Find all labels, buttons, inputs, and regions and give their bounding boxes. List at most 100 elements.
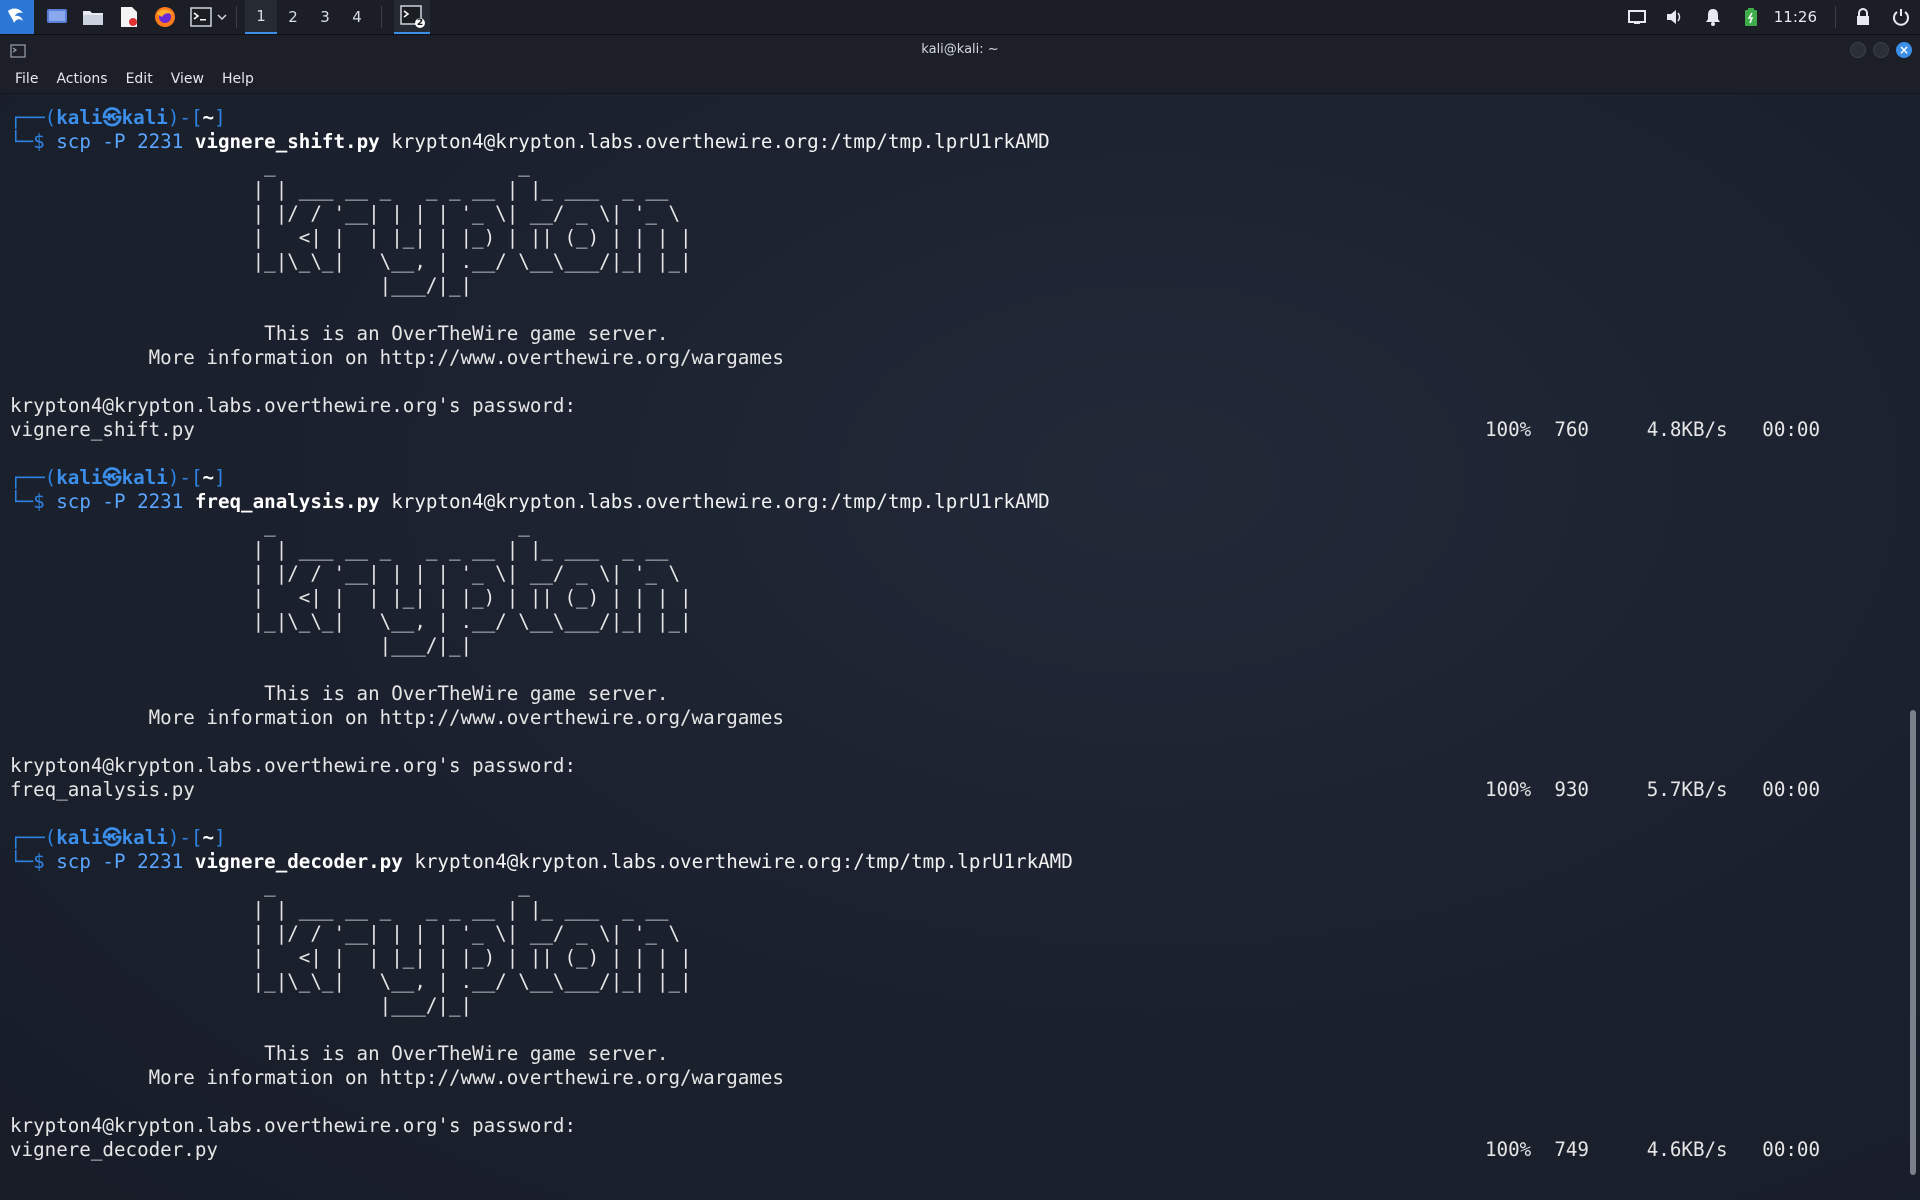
prompt-frame: ┌──( xyxy=(10,466,57,489)
transfer-percent: 100% xyxy=(1485,1138,1532,1161)
close-button[interactable]: × xyxy=(1896,42,1912,58)
banner-text: | |/ / '__| | | | '_ \| __/ _ \| '_ \ xyxy=(10,202,681,225)
panel-separator xyxy=(236,6,237,28)
terminal-icon[interactable] xyxy=(188,4,214,30)
command-base: scp -P 2231 xyxy=(56,490,195,513)
banner-line xyxy=(10,658,1880,682)
transfer-line: vignere_decoder.py 100% 749 4.6KB/s 00:00 xyxy=(10,1138,1880,1162)
banner-text: This is an OverTheWire game server. xyxy=(10,322,669,345)
workspace-4[interactable]: 4 xyxy=(341,0,373,34)
panel-separator xyxy=(381,6,382,28)
banner-text: |_|\_\_| \__, | .__/ \__\___/|_| |_| xyxy=(10,610,692,633)
prompt-dir: ~ xyxy=(202,826,215,849)
lock-icon[interactable] xyxy=(1852,6,1874,28)
transfer-stats: 100% 760 4.8KB/s 00:00 xyxy=(1485,418,1820,442)
terminal-scrollbar[interactable] xyxy=(1910,710,1916,1175)
banner-text: |___/|_| xyxy=(10,994,473,1017)
prompt-at-symbol: ㉿ xyxy=(102,466,122,489)
command-file: freq_analysis.py xyxy=(194,490,380,513)
command-line: └─$ scp -P 2231 vignere_decoder.py krypt… xyxy=(10,850,1880,874)
banner-text: |_|\_\_| \__, | .__/ \__\___/|_| |_| xyxy=(10,970,692,993)
banner-line: |_|\_\_| \__, | .__/ \__\___/|_| |_| xyxy=(10,250,1880,274)
prompt-dir: ~ xyxy=(202,106,215,129)
prompt-user: kali xyxy=(56,826,103,849)
banner-line: | | ___ __ _ _ _ __ | |_ ___ _ __ xyxy=(10,538,1880,562)
prompt-dollar: └─$ xyxy=(10,130,57,153)
workspace-1[interactable]: 1 xyxy=(245,0,277,34)
banner-line: |_|\_\_| \__, | .__/ \__\___/|_| |_| xyxy=(10,970,1880,994)
prompt-host: kali xyxy=(121,826,168,849)
prompt-user: kali xyxy=(56,466,103,489)
clock[interactable]: 11:26 xyxy=(1774,8,1817,26)
display-icon[interactable] xyxy=(1626,6,1648,28)
kali-menu-icon[interactable] xyxy=(0,0,34,34)
banner-line xyxy=(10,370,1880,394)
top-panel: 1 2 3 4 2 11:26 xyxy=(0,0,1920,35)
window-titlebar[interactable]: kali@kali: ~ × xyxy=(0,35,1920,65)
transfer-file: vignere_shift.py xyxy=(10,418,195,441)
banner-line: _ _ xyxy=(10,154,1880,178)
transfer-rate: 4.8KB/s xyxy=(1588,418,1728,441)
banner-text: | | ___ __ _ _ _ __ | |_ ___ _ __ xyxy=(10,538,669,561)
transfer-time: 00:00 xyxy=(1727,418,1821,441)
prompt-host: kali xyxy=(121,106,168,129)
banner-line: | |/ / '__| | | | '_ \| __/ _ \| '_ \ xyxy=(10,922,1880,946)
bell-icon[interactable] xyxy=(1702,6,1724,28)
workspace-3[interactable]: 3 xyxy=(309,0,341,34)
banner-text: | <| | | |_| | |_) | || (_) | | | | xyxy=(10,226,692,249)
banner-text: This is an OverTheWire game server. xyxy=(10,682,669,705)
password-prompt: krypton4@krypton.labs.overthewire.org's … xyxy=(10,394,577,417)
transfer-size: 749 xyxy=(1531,1138,1589,1161)
command-line: └─$ scp -P 2231 vignere_shift.py krypton… xyxy=(10,130,1880,154)
transfer-line: freq_analysis.py 100% 930 5.7KB/s 00:00 xyxy=(10,778,1880,802)
battery-icon[interactable] xyxy=(1740,6,1762,28)
command-dest: krypton4@krypton.labs.overthewire.org:/t… xyxy=(379,490,1050,513)
file-manager-icon[interactable] xyxy=(80,4,106,30)
banner-line: _ _ xyxy=(10,514,1880,538)
password-line: krypton4@krypton.labs.overthewire.org's … xyxy=(10,1114,1880,1138)
banner-text: |___/|_| xyxy=(10,634,473,657)
transfer-line: vignere_shift.py 100% 760 4.8KB/s 00:00 xyxy=(10,418,1880,442)
power-icon[interactable] xyxy=(1890,6,1912,28)
maximize-button[interactable] xyxy=(1873,42,1889,58)
banner-line xyxy=(10,298,1880,322)
prompt-frame: )-[ xyxy=(167,466,203,489)
chevron-down-icon[interactable] xyxy=(216,4,228,30)
prompt-at-symbol: ㉿ xyxy=(102,106,122,129)
banner-text: _ _ xyxy=(10,874,530,897)
prompt-frame: ┌──( xyxy=(10,826,57,849)
taskbar-terminal-button[interactable]: 2 xyxy=(394,0,430,34)
prompt-at-symbol: ㉿ xyxy=(102,826,122,849)
volume-icon[interactable] xyxy=(1664,6,1686,28)
desktop-icon[interactable] xyxy=(44,4,70,30)
banner-line: This is an OverTheWire game server. xyxy=(10,682,1880,706)
command-file: vignere_shift.py xyxy=(194,130,380,153)
minimize-button[interactable] xyxy=(1850,42,1866,58)
prompt-dollar: └─$ xyxy=(10,850,57,873)
prompt-host: kali xyxy=(121,466,168,489)
prompt-frame: )-[ xyxy=(167,826,203,849)
banner-text: | |/ / '__| | | | '_ \| __/ _ \| '_ \ xyxy=(10,562,681,585)
command-base: scp -P 2231 xyxy=(56,130,195,153)
banner-line: |___/|_| xyxy=(10,634,1880,658)
terminal-output[interactable]: ┌──(kali㉿kali)-[~] └─$ scp -P 2231 vigner… xyxy=(10,82,1880,1200)
command-file: vignere_decoder.py xyxy=(194,850,403,873)
banner-line: | | ___ __ _ _ _ __ | |_ ___ _ __ xyxy=(10,178,1880,202)
password-line: krypton4@krypton.labs.overthewire.org's … xyxy=(10,394,1880,418)
banner-text: _ _ xyxy=(10,514,530,537)
prompt-frame: ] xyxy=(214,466,226,489)
prompt-user: kali xyxy=(56,106,103,129)
prompt-frame: )-[ xyxy=(167,106,203,129)
banner-text: | |/ / '__| | | | '_ \| __/ _ \| '_ \ xyxy=(10,922,681,945)
banner-text: This is an OverTheWire game server. xyxy=(10,1042,669,1065)
workspace-2[interactable]: 2 xyxy=(277,0,309,34)
transfer-stats: 100% 749 4.6KB/s 00:00 xyxy=(1485,1138,1820,1162)
text-editor-icon[interactable] xyxy=(116,4,142,30)
banner-line: | |/ / '__| | | | '_ \| __/ _ \| '_ \ xyxy=(10,562,1880,586)
transfer-file: vignere_decoder.py xyxy=(10,1138,218,1161)
banner-text: | | ___ __ _ _ _ __ | |_ ___ _ __ xyxy=(10,898,669,921)
window-title: kali@kali: ~ xyxy=(921,42,999,57)
firefox-icon[interactable] xyxy=(152,4,178,30)
